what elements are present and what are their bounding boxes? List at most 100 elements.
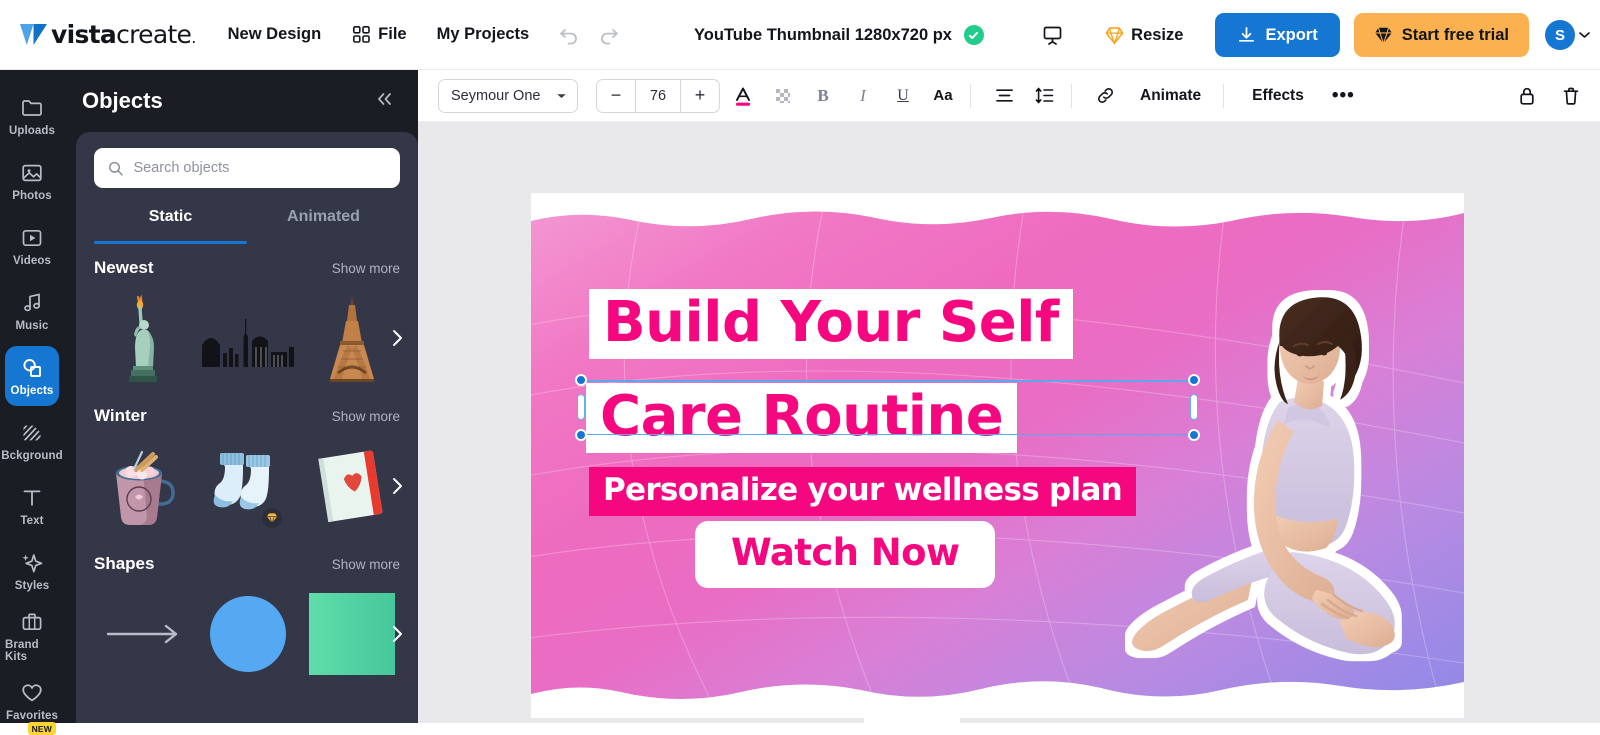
highlight-color-button[interactable]	[766, 79, 800, 113]
text-color-A-icon	[736, 87, 750, 106]
font-family-select[interactable]: Seymour One	[438, 78, 578, 113]
arrow-shape-thumb[interactable]	[94, 584, 194, 684]
download-icon	[1239, 26, 1255, 42]
start-free-trial-button[interactable]: Start free trial	[1353, 13, 1529, 57]
newest-next-arrow[interactable]	[386, 323, 408, 353]
canvas-area[interactable]: Build Your Self Care Routine Personalize…	[418, 122, 1600, 723]
diamond-icon	[1374, 27, 1392, 45]
animate-button[interactable]: Animate	[1128, 79, 1213, 113]
underline-button[interactable]: U	[886, 79, 920, 113]
sidebar-item-objects[interactable]: Objects	[5, 346, 59, 406]
category-header: Newest Show more	[94, 258, 400, 278]
sidebar-label-text: Text	[20, 514, 44, 527]
tab-animated[interactable]: Animated	[247, 202, 400, 244]
font-size-increase-button[interactable]: +	[681, 80, 719, 112]
header-actions: Resize Export Start free trial S	[1033, 0, 1600, 70]
new-design-label: New Design	[227, 25, 322, 43]
headline-care-routine[interactable]: Care Routine	[586, 383, 1018, 454]
effects-button[interactable]: Effects	[1240, 79, 1316, 113]
sidebar-label-objects: Objects	[10, 384, 54, 397]
sparkle-icon	[22, 553, 43, 572]
cta-watch-now[interactable]: Watch Now	[695, 521, 996, 588]
sidebar-label-uploads: Uploads	[8, 124, 56, 137]
circle-shape-thumb[interactable]	[198, 584, 298, 684]
toolbar-divider-3	[1223, 83, 1225, 108]
sidebar-label-styles: Styles	[14, 579, 50, 592]
document-title[interactable]: YouTube Thumbnail 1280x720 px	[694, 26, 952, 45]
line-spacing-button[interactable]	[1027, 79, 1061, 113]
subtitle-text: Personalize your wellness plan	[603, 472, 1123, 508]
premium-badge	[262, 508, 282, 528]
wool-socks-thumb[interactable]	[198, 436, 298, 536]
redo-button[interactable]	[595, 21, 623, 49]
winter-next-arrow[interactable]	[386, 471, 408, 501]
my-projects-button[interactable]: My Projects	[427, 17, 540, 52]
line-spacing-icon	[1035, 87, 1053, 104]
sidebar-label-music: Music	[15, 319, 49, 332]
file-label: File	[378, 25, 407, 43]
user-menu[interactable]: S	[1545, 20, 1590, 50]
show-more-newest[interactable]: Show more	[332, 261, 400, 276]
font-size-decrease-button[interactable]: −	[597, 80, 635, 112]
vistacreate-logo[interactable]: vistacreate.	[20, 20, 196, 49]
chevron-right-icon	[392, 330, 402, 346]
italic-button[interactable]: I	[846, 79, 880, 113]
text-color-button[interactable]	[726, 79, 760, 113]
sidebar-item-styles[interactable]: Styles	[5, 541, 59, 601]
tab-static[interactable]: Static	[94, 202, 247, 244]
woman-yoga-pose-photo[interactable]	[1102, 270, 1432, 710]
notebook-icon	[318, 450, 383, 523]
trash-icon	[1563, 87, 1579, 105]
font-size-input[interactable]: 76	[635, 79, 681, 112]
shapes-next-arrow[interactable]	[386, 619, 408, 649]
sidebar-label-photos: Photos	[12, 189, 52, 202]
show-more-shapes[interactable]: Show more	[332, 557, 400, 572]
show-more-winter[interactable]: Show more	[332, 409, 400, 424]
bold-button[interactable]: B	[806, 79, 840, 113]
design-canvas[interactable]: Build Your Self Care Routine Personalize…	[531, 193, 1464, 718]
more-options-button[interactable]: •••	[1322, 79, 1365, 113]
file-menu-button[interactable]: File	[343, 17, 416, 52]
undo-button[interactable]	[555, 21, 583, 49]
sidebar-item-videos[interactable]: Videos	[5, 216, 59, 276]
sidebar-item-music[interactable]: Music	[5, 281, 59, 341]
category-title: Winter	[94, 406, 147, 425]
collapse-panel-button[interactable]	[371, 87, 398, 115]
city-skyline-thumb[interactable]	[198, 288, 298, 388]
grid-icon	[353, 26, 370, 43]
lock-button[interactable]	[1510, 79, 1544, 113]
sidebar-item-photos[interactable]: Photos	[5, 151, 59, 211]
present-mode-button[interactable]	[1033, 16, 1071, 54]
link-button[interactable]	[1088, 79, 1122, 113]
diamond-icon	[266, 513, 278, 524]
export-button[interactable]: Export	[1215, 13, 1340, 57]
delete-button[interactable]	[1554, 79, 1588, 113]
sidebar-item-background[interactable]: Bckground	[1, 411, 63, 471]
hot-cocoa-mug-thumb[interactable]	[94, 436, 194, 536]
cloud-check-icon	[963, 25, 984, 45]
search-objects-box[interactable]	[94, 148, 400, 188]
sidebar-label-background: Bckground	[1, 449, 63, 462]
text-align-button[interactable]	[987, 79, 1021, 113]
statue-of-liberty-thumb[interactable]	[94, 288, 194, 388]
subtitle-banner[interactable]: Personalize your wellness plan	[589, 467, 1137, 516]
link-chain-icon	[1097, 88, 1113, 103]
bottom-floating-toolbar-stub[interactable]	[864, 709, 960, 723]
hatch-pattern-icon	[23, 425, 41, 440]
eiffel-tower-icon	[330, 294, 374, 382]
text-case-button[interactable]: Aa	[926, 79, 960, 113]
text-align-center-icon	[995, 89, 1013, 102]
new-design-button[interactable]: New Design	[218, 17, 332, 52]
search-input[interactable]	[133, 160, 386, 176]
resize-button[interactable]: Resize	[1095, 18, 1193, 53]
sidebar-item-brand-kits[interactable]: Brand Kits	[5, 606, 59, 666]
headline-build-your-self[interactable]: Build Your Self	[589, 289, 1073, 360]
sidebar-item-text[interactable]: Text	[5, 476, 59, 536]
cta-text: Watch Now	[731, 531, 960, 574]
chevron-down-icon	[1579, 32, 1590, 38]
search-icon	[109, 161, 123, 176]
sidebar-item-uploads[interactable]: Uploads	[5, 86, 59, 146]
category-row	[94, 432, 402, 540]
sidebar-item-favorites[interactable]: Favorites NEW	[5, 671, 59, 735]
objects-tabs: Static Animated	[94, 202, 400, 244]
